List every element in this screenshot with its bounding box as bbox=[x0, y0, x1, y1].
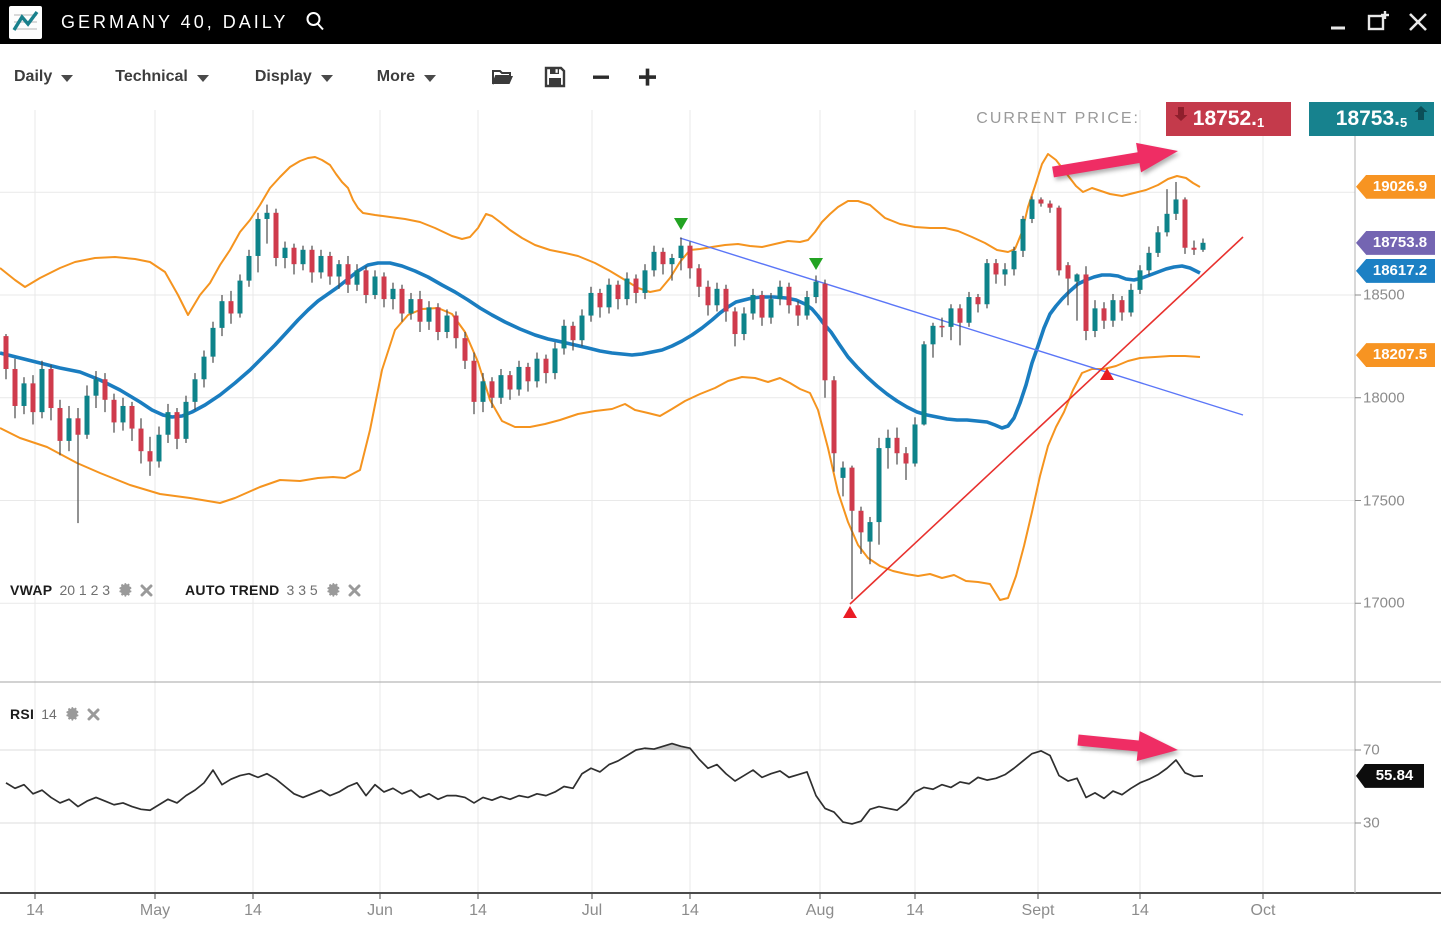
timeframe-dropdown[interactable]: Daily bbox=[14, 68, 73, 86]
sell-signal bbox=[674, 218, 688, 230]
display-dropdown[interactable]: Display bbox=[255, 68, 333, 86]
rsi-annotation-arrow bbox=[1077, 731, 1178, 761]
gear-icon[interactable] bbox=[325, 582, 341, 598]
x-axis-label: 14 bbox=[906, 902, 924, 920]
price-axis-label: 17500 bbox=[1363, 492, 1405, 509]
x-axis-label: 14 bbox=[244, 902, 262, 920]
x-axis-label: 14 bbox=[1131, 902, 1149, 920]
minimize-button[interactable] bbox=[1325, 9, 1351, 35]
buy-price-button[interactable]: 18753.5 bbox=[1309, 102, 1434, 136]
trading-app-window: GERMANY 40, DAILY bbox=[0, 0, 1441, 925]
close-icon[interactable] bbox=[140, 584, 153, 597]
x-axis-label: 14 bbox=[26, 902, 44, 920]
save-icon[interactable] bbox=[538, 60, 572, 94]
arrow-up-icon bbox=[1414, 105, 1428, 121]
rsi-legend: RSI14 bbox=[10, 706, 100, 722]
search-icon[interactable] bbox=[304, 10, 326, 37]
zoom-out-icon[interactable] bbox=[584, 60, 618, 94]
gear-icon[interactable] bbox=[117, 582, 133, 598]
toolbar: Daily Technical Display More bbox=[0, 44, 1441, 110]
upper-band-tag: 19026.9 bbox=[1356, 175, 1435, 199]
price-annotation-arrow bbox=[1052, 143, 1178, 178]
arrow-down-icon bbox=[1174, 106, 1188, 122]
x-axis-label: 14 bbox=[681, 902, 699, 920]
price-axis-label: 18000 bbox=[1363, 389, 1405, 406]
vwap-legend: VWAP20 1 2 3 bbox=[10, 582, 153, 598]
title-bar: GERMANY 40, DAILY bbox=[0, 0, 1441, 44]
x-axis-label: May bbox=[140, 902, 170, 920]
price-axis-label: 17000 bbox=[1363, 595, 1405, 612]
sell-signal bbox=[809, 258, 823, 270]
chevron-down-icon bbox=[321, 75, 333, 82]
x-axis-label: Aug bbox=[806, 902, 834, 920]
open-folder-icon[interactable] bbox=[486, 60, 520, 94]
buy-signal bbox=[843, 606, 857, 618]
popout-window-button[interactable] bbox=[1365, 9, 1391, 35]
chart-plot-area[interactable] bbox=[0, 0, 1441, 925]
x-axis-label: 14 bbox=[469, 902, 487, 920]
x-axis-label: Jul bbox=[582, 902, 602, 920]
sell-price-button[interactable]: 18752.1 bbox=[1166, 102, 1291, 136]
app-logo-icon bbox=[9, 6, 42, 39]
x-axis-label: Oct bbox=[1251, 902, 1276, 920]
zoom-in-icon[interactable] bbox=[630, 60, 664, 94]
rsi-axis-label: 30 bbox=[1363, 815, 1380, 832]
chevron-down-icon bbox=[424, 75, 436, 82]
x-axis-label: Sept bbox=[1022, 902, 1055, 920]
rsi-axis-label: 70 bbox=[1363, 742, 1380, 759]
close-icon[interactable] bbox=[348, 584, 361, 597]
more-dropdown[interactable]: More bbox=[377, 68, 436, 86]
rsi-value-tag: 55.84 bbox=[1356, 764, 1424, 788]
chevron-down-icon bbox=[197, 75, 209, 82]
gear-icon[interactable] bbox=[64, 706, 80, 722]
auto-trend-legend: AUTO TREND3 3 5 bbox=[185, 582, 361, 598]
window-title: GERMANY 40, DAILY bbox=[61, 12, 288, 33]
current-price-label: CURRENT PRICE: bbox=[976, 110, 1140, 128]
last-close-tag: 18753.8 bbox=[1356, 231, 1435, 255]
vwap-tag: 18617.2 bbox=[1356, 259, 1435, 283]
price-axis-label: 18500 bbox=[1363, 287, 1405, 304]
lower-band-tag: 18207.5 bbox=[1356, 343, 1435, 367]
close-icon[interactable] bbox=[1405, 9, 1431, 35]
technical-dropdown[interactable]: Technical bbox=[115, 68, 209, 86]
x-axis-label: Jun bbox=[367, 902, 393, 920]
close-icon[interactable] bbox=[87, 708, 100, 721]
chevron-down-icon bbox=[61, 75, 73, 82]
